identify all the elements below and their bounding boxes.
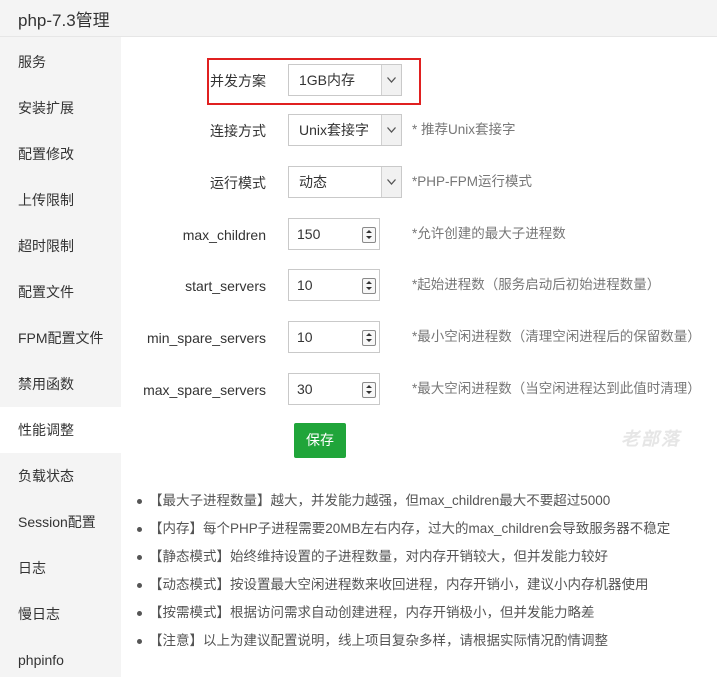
sidebar-item-config-edit[interactable]: 配置修改 [0, 131, 121, 177]
start-servers-hint: *起始进程数（服务启动后初始进程数量） [412, 277, 661, 292]
form-row-max-children: max_children 150 *允许创建的最大子进程数 [121, 218, 717, 252]
run-mode-value: 动态 [299, 174, 327, 190]
max-spare-servers-value: 30 [297, 381, 313, 397]
run-mode-select[interactable]: 动态 [288, 166, 402, 198]
watermark-text: 老部落 [621, 429, 681, 449]
connection-hint: * 推荐Unix套接字 [412, 122, 516, 137]
sidebar-item-load-status[interactable]: 负载状态 [0, 453, 121, 499]
window-title: php-7.3管理 [18, 11, 110, 30]
sidebar-item-upload-limit[interactable]: 上传限制 [0, 177, 121, 223]
sidebar-item-install-extension[interactable]: 安装扩展 [0, 85, 121, 131]
sidebar-item-timeout-limit[interactable]: 超时限制 [0, 223, 121, 269]
sidebar-item-performance-tuning[interactable]: 性能调整 [0, 407, 121, 453]
max-children-hint: *允许创建的最大子进程数 [412, 226, 566, 241]
connection-select[interactable]: Unix套接字 [288, 114, 402, 146]
note-text: 【内存】每个PHP子进程需要20MB左右内存，过大的max_children会导… [149, 521, 671, 536]
bullet-icon [137, 583, 142, 588]
window-titlebar: php-7.3管理 [0, 0, 717, 37]
sidebar-item-fpm-config-file[interactable]: FPM配置文件 [0, 315, 121, 361]
list-item: 【动态模式】按设置最大空闲进程数来收回进程，内存开销小，建议小内存机器使用 [137, 574, 712, 602]
max-spare-servers-label: max_spare_servers [143, 382, 266, 398]
start-servers-label: start_servers [185, 278, 266, 294]
max-spare-servers-hint: *最大空闲进程数（当空闲进程达到此值时清理） [412, 381, 701, 396]
sidebar-item-service[interactable]: 服务 [0, 39, 121, 85]
run-mode-label: 运行模式 [210, 175, 266, 191]
max-children-input[interactable]: 150 [288, 218, 380, 250]
list-item: 【按需模式】根据访问需求自动创建进程，内存开销极小，但并发能力略差 [137, 602, 712, 630]
note-text: 【动态模式】按设置最大空闲进程数来收回进程，内存开销小，建议小内存机器使用 [149, 577, 649, 592]
chevron-down-icon[interactable] [381, 167, 401, 197]
list-item: 【静态模式】始终维持设置的子进程数量，对内存开销较大，但并发能力较好 [137, 546, 712, 574]
save-button[interactable]: 保存 [294, 423, 346, 458]
min-spare-servers-value: 10 [297, 329, 313, 345]
min-spare-servers-label: min_spare_servers [146, 330, 266, 346]
sidebar-item-phpinfo[interactable]: phpinfo [0, 637, 121, 683]
run-mode-hint: *PHP-FPM运行模式 [412, 174, 533, 189]
note-text: 【静态模式】始终维持设置的子进程数量，对内存开销较大，但并发能力较好 [149, 549, 608, 564]
spinner-icon[interactable] [362, 227, 376, 243]
spinner-icon[interactable] [362, 330, 376, 346]
note-text: 【最大子进程数量】越大，并发能力越强，但max_children最大不要超过50… [149, 493, 611, 508]
bullet-icon [137, 639, 142, 644]
chevron-down-icon[interactable] [381, 115, 401, 145]
form-row-start-servers: start_servers 10 *起始进程数（服务启动后初始进程数量） [121, 269, 717, 303]
connection-label: 连接方式 [210, 123, 266, 139]
form-row-connection: 连接方式 Unix套接字 * 推荐Unix套接字 [121, 114, 717, 148]
highlight-box [207, 58, 421, 105]
list-item: 【注意】以上为建议配置说明，线上项目复杂多样，请根据实际情况酌情调整 [137, 630, 712, 658]
notes-list: 【最大子进程数量】越大，并发能力越强，但max_children最大不要超过50… [137, 490, 712, 658]
max-children-label: max_children [182, 227, 266, 243]
form-row-max-spare-servers: max_spare_servers 30 *最大空闲进程数（当空闲进程达到此值时… [121, 373, 717, 407]
min-spare-servers-input[interactable]: 10 [288, 321, 380, 353]
connection-value: Unix套接字 [299, 122, 370, 138]
sidebar-item-session-config[interactable]: Session配置 [0, 499, 121, 545]
bullet-icon [137, 555, 142, 560]
note-text: 【按需模式】根据访问需求自动创建进程，内存开销极小，但并发能力略差 [149, 605, 595, 620]
spinner-icon[interactable] [362, 278, 376, 294]
max-children-value: 150 [297, 226, 321, 242]
min-spare-servers-hint: *最小空闲进程数（清理空闲进程后的保留数量） [412, 329, 701, 344]
note-text: 【注意】以上为建议配置说明，线上项目复杂多样，请根据实际情况酌情调整 [149, 633, 608, 648]
sidebar-item-log[interactable]: 日志 [0, 545, 121, 591]
bullet-icon [137, 611, 142, 616]
bullet-icon [137, 499, 142, 504]
bullet-icon [137, 527, 142, 532]
start-servers-input[interactable]: 10 [288, 269, 380, 301]
sidebar-item-disabled-functions[interactable]: 禁用函数 [0, 361, 121, 407]
start-servers-value: 10 [297, 277, 313, 293]
list-item: 【最大子进程数量】越大，并发能力越强，但max_children最大不要超过50… [137, 490, 712, 518]
sidebar-item-config-file[interactable]: 配置文件 [0, 269, 121, 315]
max-spare-servers-input[interactable]: 30 [288, 373, 380, 405]
form-row-run-mode: 运行模式 动态 *PHP-FPM运行模式 [121, 166, 717, 200]
list-item: 【内存】每个PHP子进程需要20MB左右内存，过大的max_children会导… [137, 518, 712, 546]
form-row-min-spare-servers: min_spare_servers 10 *最小空闲进程数（清理空闲进程后的保留… [121, 321, 717, 355]
spinner-icon[interactable] [362, 382, 376, 398]
sidebar-item-slow-log[interactable]: 慢日志 [0, 591, 121, 637]
sidebar: 服务 安装扩展 配置修改 上传限制 超时限制 配置文件 FPM配置文件 禁用函数… [0, 37, 121, 677]
